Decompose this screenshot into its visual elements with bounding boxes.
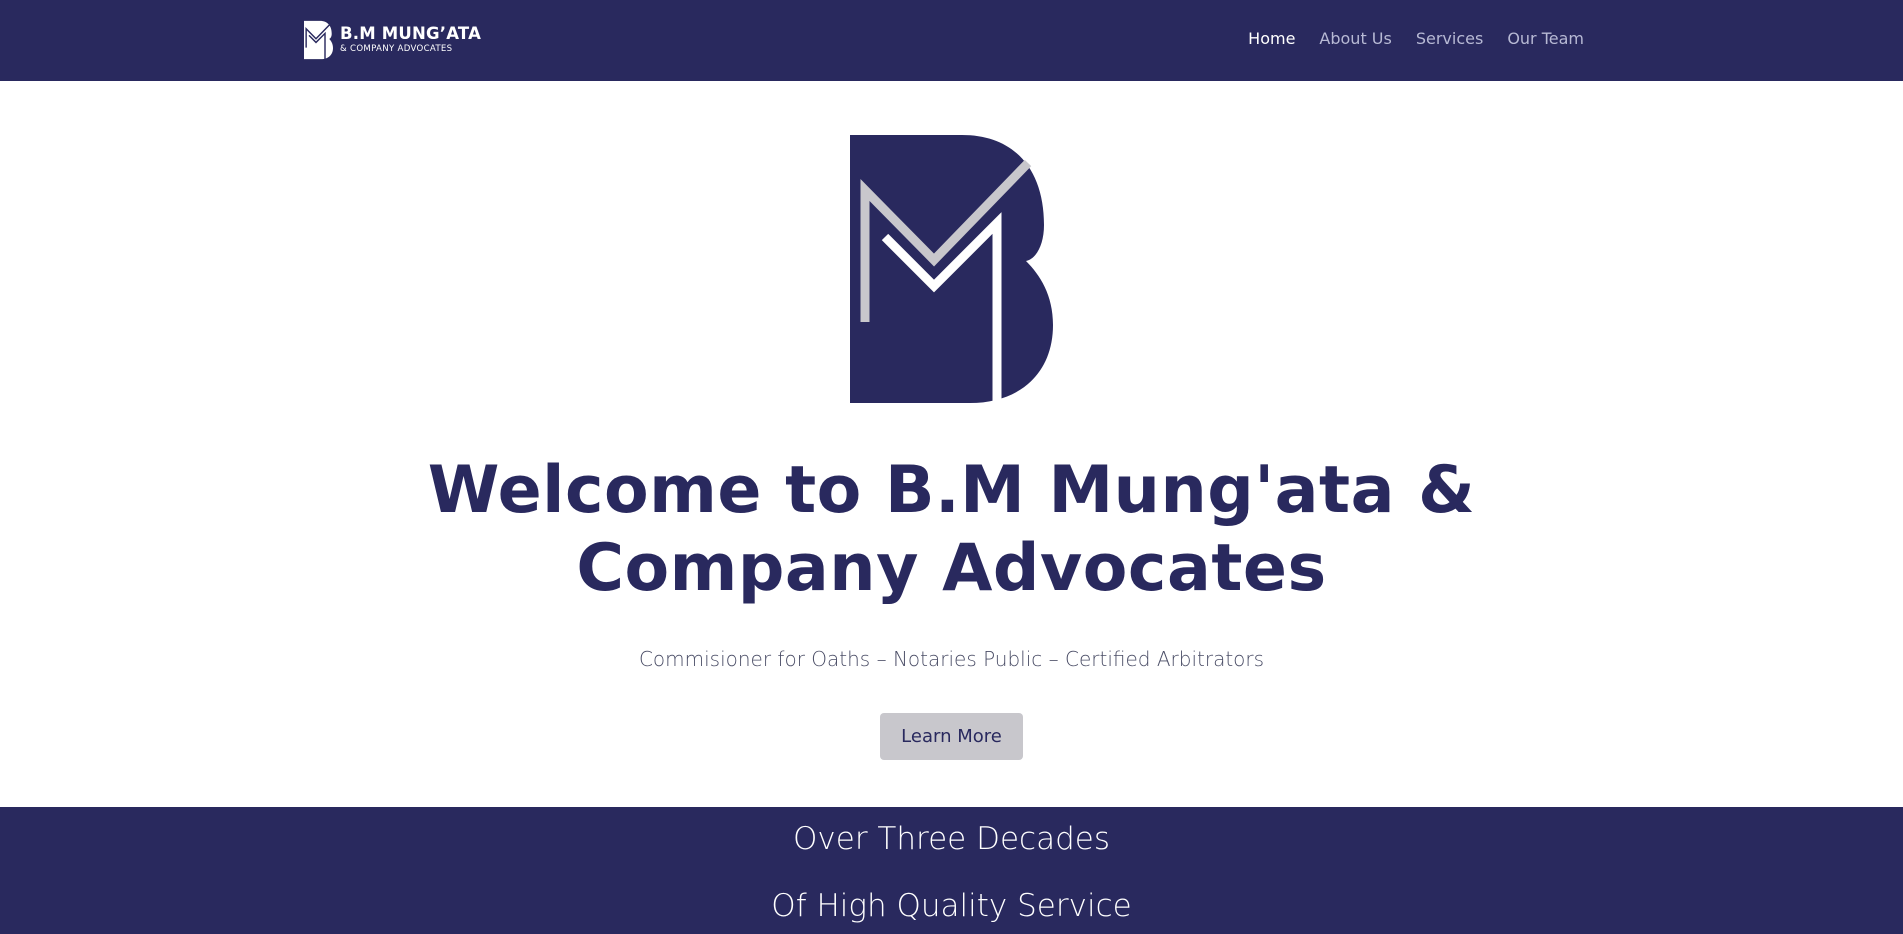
bm-logo-icon xyxy=(304,20,333,60)
brand-text: B.M MUNG’ATA & COMPANY ADVOCATES xyxy=(340,23,482,55)
hero-title-line-2: Company Advocates xyxy=(576,531,1327,606)
nav-item-our-team: Our Team xyxy=(1507,29,1584,48)
main-nav: Home About Us Services Our Team xyxy=(1248,29,1584,48)
nav-link-about-us[interactable]: About Us xyxy=(1319,29,1391,48)
nav-link-home[interactable]: Home xyxy=(1248,29,1295,48)
top-navbar: B.M MUNG’ATA & COMPANY ADVOCATES Home Ab… xyxy=(0,0,1903,81)
bm-monogram-logo-icon xyxy=(850,135,1053,403)
nav-link-our-team[interactable]: Our Team xyxy=(1507,29,1584,48)
nav-item-services: Services xyxy=(1416,29,1483,48)
hero-section: Welcome to B.M Mung'ata & Company Advoca… xyxy=(0,81,1903,807)
learn-more-button[interactable]: Learn More xyxy=(880,713,1023,760)
brand-name: B.M MUNG’ATA xyxy=(340,23,482,43)
hero-title: Welcome to B.M Mung'ata & Company Advoca… xyxy=(0,452,1903,608)
nav-link-services[interactable]: Services xyxy=(1416,29,1483,48)
hero-subtitle: Commisioner for Oaths – Notaries Public … xyxy=(638,647,1265,671)
nav-item-about-us: About Us xyxy=(1319,29,1391,48)
hero-title-line-1: Welcome to B.M Mung'ata & xyxy=(427,453,1476,528)
band-heading-line-1: Over Three Decades xyxy=(793,821,1110,857)
brand-subtitle: & COMPANY ADVOCATES xyxy=(340,44,453,55)
band-heading-line-2: Of High Quality Service xyxy=(771,888,1132,924)
nav-item-home: Home xyxy=(1248,29,1295,48)
brand-home-link[interactable]: B.M MUNG’ATA & COMPANY ADVOCATES xyxy=(304,20,481,60)
experience-band: Over Three Decades Of High Quality Servi… xyxy=(0,807,1903,934)
